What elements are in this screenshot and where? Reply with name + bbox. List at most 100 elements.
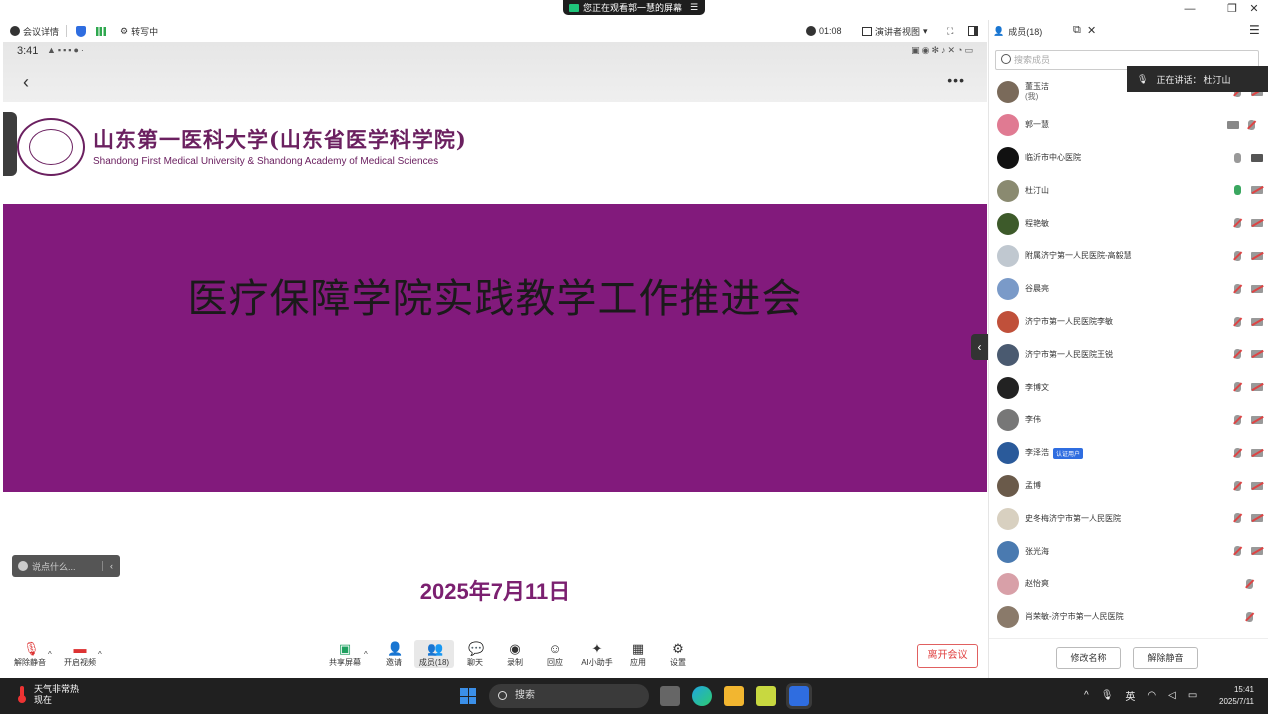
- audio-options-caret[interactable]: ^: [48, 650, 52, 659]
- mic-muted-icon[interactable]: [1246, 578, 1253, 589]
- mic-muted-icon[interactable]: [1234, 218, 1241, 229]
- popout-icon[interactable]: ⧉: [1073, 24, 1081, 37]
- camera-off-icon[interactable]: [1251, 284, 1263, 293]
- screen-share-banner[interactable]: 您正在观看郭一慧的屏幕 ☰: [563, 0, 705, 15]
- edge-browser-icon[interactable]: [692, 686, 712, 706]
- sidebar-toggle-icon[interactable]: [968, 24, 978, 38]
- member-row[interactable]: 李泽浩 认证用户: [989, 437, 1268, 470]
- view-mode-dropdown[interactable]: 演讲者视图 ▾: [862, 24, 928, 38]
- chat-quick-input[interactable]: 说点什么... ‹: [12, 555, 120, 577]
- close-panel-icon[interactable]: ✕: [1087, 24, 1096, 37]
- camera-off-icon[interactable]: [1251, 415, 1263, 424]
- mic-muted-icon[interactable]: [1234, 480, 1241, 491]
- system-clock[interactable]: 15:41 2025/7/11: [1212, 684, 1254, 708]
- security-icon[interactable]: [76, 24, 86, 38]
- camera-off-icon[interactable]: [1251, 514, 1263, 523]
- emoji-icon[interactable]: [18, 561, 28, 571]
- share-screen-button[interactable]: ▣ 共享屏幕: [325, 640, 365, 668]
- store-icon[interactable]: [756, 686, 776, 706]
- record-button[interactable]: ◉ 录制: [495, 640, 535, 668]
- weather-widget[interactable]: 天气非常热 现在: [14, 684, 79, 706]
- battery-icon[interactable]: ▭: [1188, 690, 1197, 701]
- volume-icon[interactable]: ◁: [1168, 690, 1176, 701]
- rename-button[interactable]: 修改名称: [1056, 647, 1121, 669]
- member-row[interactable]: 李博文: [989, 371, 1268, 404]
- taskbar-search[interactable]: 搜索: [489, 684, 649, 708]
- member-row[interactable]: 谷晨亮: [989, 273, 1268, 306]
- member-row[interactable]: 济宁市第一人民医院王锐: [989, 338, 1268, 371]
- chevron-up-icon[interactable]: ^: [1084, 690, 1089, 701]
- minimize-button[interactable]: —: [1180, 2, 1200, 16]
- menu-icon[interactable]: ☰: [1249, 23, 1260, 37]
- members-panel-title: 成员(18): [1008, 26, 1043, 37]
- member-name: 济宁市第一人民医院王锐: [1025, 350, 1113, 360]
- meeting-info-button[interactable]: 会议详情: [10, 24, 59, 38]
- mic-muted-icon[interactable]: [1234, 513, 1241, 524]
- member-row[interactable]: 济宁市第一人民医院李敏: [989, 306, 1268, 339]
- file-explorer-icon[interactable]: [724, 686, 744, 706]
- mic-muted-icon[interactable]: [1234, 414, 1241, 425]
- camera-off-icon[interactable]: [1251, 481, 1263, 490]
- member-row[interactable]: 孟博: [989, 470, 1268, 503]
- member-row[interactable]: 杜汀山: [989, 174, 1268, 207]
- leave-meeting-button[interactable]: 离开会议: [917, 644, 978, 668]
- microphone-icon[interactable]: 🎙: [1101, 690, 1114, 701]
- camera-off-icon[interactable]: [1251, 251, 1263, 260]
- collapse-chat-icon[interactable]: ‹: [102, 561, 120, 571]
- camera-off-icon[interactable]: [1251, 219, 1263, 228]
- mic-muted-icon[interactable]: [1234, 546, 1241, 557]
- invite-button[interactable]: 👤 邀请: [374, 640, 414, 668]
- ime-indicator[interactable]: 英: [1125, 688, 1135, 703]
- member-row[interactable]: 临沂市中心医院: [989, 142, 1268, 175]
- reactions-button[interactable]: ☺ 回应: [535, 640, 575, 668]
- camera-off-icon[interactable]: [1251, 448, 1263, 457]
- close-button[interactable]: ✕: [1244, 2, 1264, 16]
- camera-off-icon[interactable]: [1251, 186, 1263, 195]
- task-view-icon[interactable]: [660, 686, 680, 706]
- unmute-all-button[interactable]: 解除静音: [1133, 647, 1198, 669]
- member-row[interactable]: 李伟: [989, 404, 1268, 437]
- mic-muted-icon[interactable]: [1234, 283, 1241, 294]
- mic-icon[interactable]: [1234, 152, 1241, 163]
- timer-label: 01:08: [819, 26, 842, 36]
- chat-button[interactable]: 💬 聊天: [455, 640, 495, 668]
- camera-icon[interactable]: [1251, 153, 1263, 162]
- mic-muted-icon[interactable]: [1234, 447, 1241, 458]
- video-options-caret[interactable]: ^: [98, 650, 102, 659]
- mic-muted-icon[interactable]: [1234, 349, 1241, 360]
- camera-off-icon[interactable]: [1251, 547, 1263, 556]
- collapse-panel-button[interactable]: ‹: [971, 334, 988, 360]
- camera-off-icon[interactable]: [1251, 350, 1263, 359]
- member-row[interactable]: 附属济宁第一人民医院-高毅慧: [989, 240, 1268, 273]
- mic-muted-icon[interactable]: [1246, 611, 1253, 622]
- transcribe-status[interactable]: ⚙ 转写中: [120, 24, 158, 38]
- member-row[interactable]: 程艳敏: [989, 207, 1268, 240]
- start-button[interactable]: [460, 688, 476, 704]
- members-button[interactable]: 👥 成员(18): [414, 640, 454, 668]
- screen-share-icon[interactable]: [1227, 120, 1239, 129]
- settings-button[interactable]: ⚙ 设置: [658, 640, 698, 668]
- member-row[interactable]: 郭一慧: [989, 109, 1268, 142]
- ai-assistant-button[interactable]: ✦ AI小助手: [577, 640, 617, 668]
- member-row[interactable]: 张光海: [989, 535, 1268, 568]
- apps-button[interactable]: ▦ 应用: [618, 640, 658, 668]
- mic-muted-icon[interactable]: [1234, 382, 1241, 393]
- signal-icon[interactable]: [96, 24, 106, 38]
- start-video-button[interactable]: ▬ 开启视频: [60, 640, 100, 668]
- share-options-caret[interactable]: ^: [364, 650, 368, 659]
- unmute-button[interactable]: 🎙 解除静音: [10, 640, 50, 668]
- camera-off-icon[interactable]: [1251, 383, 1263, 392]
- restore-button[interactable]: ❐: [1222, 2, 1242, 16]
- mic-muted-icon[interactable]: [1248, 119, 1255, 130]
- left-drawer-handle[interactable]: [3, 112, 17, 176]
- fullscreen-icon[interactable]: ⛶: [947, 24, 953, 38]
- meeting-app-icon[interactable]: [786, 683, 812, 709]
- member-row[interactable]: 赵怡爽: [989, 568, 1268, 601]
- camera-off-icon[interactable]: [1251, 317, 1263, 326]
- member-row[interactable]: 史冬梅济宁市第一人民医院: [989, 502, 1268, 535]
- mic-icon[interactable]: [1234, 185, 1241, 196]
- member-row[interactable]: 肖荣敏-济宁市第一人民医院: [989, 601, 1268, 634]
- mic-muted-icon[interactable]: [1234, 250, 1241, 261]
- wifi-icon[interactable]: ◠: [1147, 690, 1156, 701]
- mic-muted-icon[interactable]: [1234, 316, 1241, 327]
